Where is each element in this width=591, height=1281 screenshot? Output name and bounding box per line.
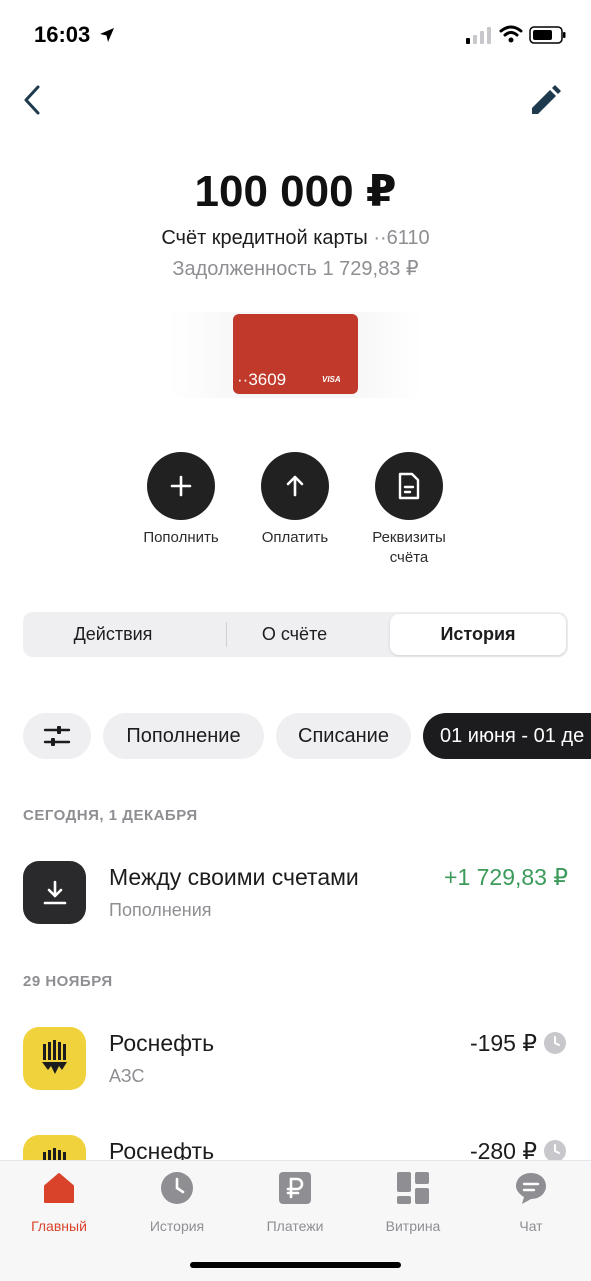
tab-actions[interactable]: Действия xyxy=(23,612,203,657)
card-number: ··3609 xyxy=(237,370,287,389)
status-bar: 16:03 xyxy=(0,0,591,70)
battery-icon xyxy=(529,26,566,44)
filter-date-chip[interactable]: 01 июня - 01 де xyxy=(423,713,591,759)
transfer-icon-tile xyxy=(23,861,86,924)
sliders-icon xyxy=(43,726,71,746)
nav-chat-label: Чат xyxy=(519,1218,543,1234)
chat-icon xyxy=(516,1173,546,1204)
account-title-line: Счёт кредитной карты ··6110 xyxy=(0,227,591,250)
account-name: Счёт кредитной карты xyxy=(161,227,368,249)
rosneft-logo-icon xyxy=(41,1039,67,1074)
pay-action[interactable]: Оплатить xyxy=(240,452,350,548)
details-label: Реквизиты счёта xyxy=(372,529,446,566)
topup-action[interactable]: Пополнить xyxy=(126,452,236,548)
nav-history-label: История xyxy=(149,1218,205,1234)
pending-clock-icon xyxy=(544,1032,566,1054)
nav-payments-label: Платежи xyxy=(266,1218,324,1234)
rosneft-icon-tile xyxy=(23,1027,86,1090)
location-arrow-icon xyxy=(100,28,114,42)
nav-showcase-label: Витрина xyxy=(385,1218,441,1234)
pencil-icon xyxy=(532,85,561,114)
nav-chat[interactable]: Чат xyxy=(472,1171,590,1234)
account-balance: 100 000 ₽ xyxy=(194,167,397,216)
section-header-nov29: 29 НОЯБРЯ xyxy=(23,973,113,990)
section-header-today: СЕГОДНЯ, 1 ДЕКАБРЯ xyxy=(23,807,198,824)
plus-icon xyxy=(170,475,192,497)
pay-button[interactable] xyxy=(261,452,329,520)
edit-button[interactable] xyxy=(528,84,562,118)
topup-button[interactable] xyxy=(147,452,215,520)
topup-label: Пополнить xyxy=(143,529,219,546)
home-indicator xyxy=(190,1262,401,1268)
transaction-amount: -195 ₽ xyxy=(469,1030,537,1056)
ruble-icon xyxy=(279,1172,311,1204)
document-icon xyxy=(398,472,420,500)
filter-debit-chip[interactable]: Списание xyxy=(276,713,411,759)
download-icon xyxy=(43,880,66,904)
cell-signal-icon xyxy=(466,27,491,44)
transaction-title: Роснефть xyxy=(109,1030,215,1056)
nav-showcase[interactable]: Витрина xyxy=(354,1171,472,1234)
home-icon xyxy=(44,1173,74,1203)
details-action[interactable]: Реквизиты счёта xyxy=(354,452,464,568)
back-button[interactable] xyxy=(18,82,48,118)
transaction-subtitle: АЗС xyxy=(109,1066,145,1086)
nav-home[interactable]: Главный xyxy=(0,1171,118,1234)
nav-home-label: Главный xyxy=(31,1218,87,1234)
chevron-left-icon xyxy=(24,85,40,115)
transaction-title: Между своими счетами xyxy=(109,864,359,890)
card-brand-logo: VISA xyxy=(322,375,341,384)
tab-history[interactable]: История xyxy=(390,614,566,655)
account-number: ··6110 xyxy=(373,227,430,249)
tab-about[interactable]: О счёте xyxy=(203,612,386,657)
filter-settings-chip[interactable] xyxy=(23,713,91,759)
arrow-up-icon xyxy=(286,475,304,497)
status-time: 16:03 xyxy=(34,22,91,47)
transaction-amount: +1 729,83 ₽ xyxy=(444,864,568,890)
pending-clock-icon xyxy=(544,1140,566,1162)
account-tabs: Действия О счёте История xyxy=(23,612,568,657)
nav-payments[interactable]: Платежи xyxy=(236,1171,354,1234)
nav-history[interactable]: История xyxy=(118,1171,236,1234)
wifi-icon xyxy=(499,25,523,43)
transaction-subtitle: Пополнения xyxy=(109,900,212,920)
grid-icon xyxy=(397,1172,429,1204)
filter-topup-chip[interactable]: Пополнение xyxy=(103,713,264,759)
debt-text: Задолженность 1 729,83 ₽ xyxy=(172,258,419,280)
details-button[interactable] xyxy=(375,452,443,520)
clock-icon xyxy=(161,1172,193,1204)
pay-label: Оплатить xyxy=(261,529,329,546)
